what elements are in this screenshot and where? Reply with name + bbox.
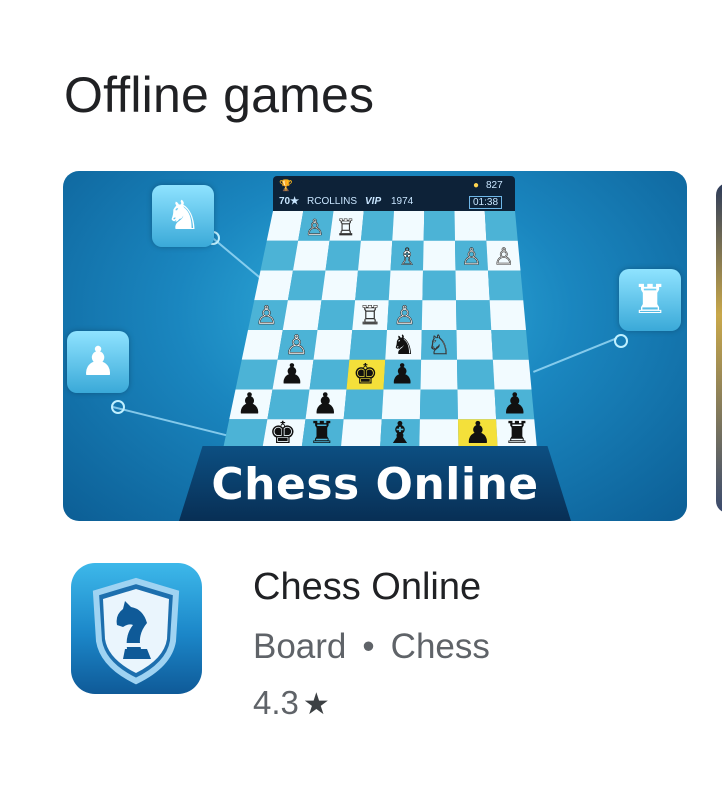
- chess-piece-icon: ♗: [397, 244, 418, 271]
- board-square: [484, 211, 518, 241]
- app-rating: 4.3 ★: [253, 684, 330, 722]
- board-square: [241, 330, 283, 360]
- board-square: [454, 211, 487, 241]
- board-square: [419, 419, 459, 449]
- board-square: [423, 240, 456, 271]
- board-square: [266, 211, 304, 241]
- board-square: [392, 211, 425, 241]
- board-square: [419, 389, 458, 420]
- board-square: [423, 211, 455, 241]
- chess-piece-icon: ♚: [269, 416, 296, 451]
- shield-knight-icon: [92, 577, 180, 685]
- board-square: [455, 270, 490, 301]
- board-square: [317, 300, 356, 330]
- board-square: [321, 270, 358, 301]
- board-square: [325, 240, 361, 271]
- chess-piece-icon: ♚: [353, 358, 378, 391]
- board-square: [422, 270, 456, 301]
- board-square: [343, 389, 384, 420]
- chess-piece-icon: ♙: [393, 301, 416, 331]
- board-square: [457, 359, 495, 390]
- chess-piece-icon: ♙: [255, 301, 278, 331]
- chess-piece-icon: ♟: [236, 386, 262, 420]
- board-square: [421, 300, 457, 330]
- board-square: [489, 300, 526, 330]
- next-banner-card[interactable]: [716, 183, 722, 513]
- chess-piece-icon: ♖: [336, 216, 356, 241]
- board-square: [491, 330, 529, 360]
- board-square: [381, 389, 421, 420]
- board-square: [457, 389, 497, 420]
- app-subcategory: Chess: [390, 627, 490, 666]
- chess-piece-icon: ♙: [493, 244, 514, 271]
- app-category: Board: [253, 627, 347, 666]
- app-name[interactable]: Chess Online: [253, 566, 481, 609]
- board-square: [420, 359, 458, 390]
- board-square: [355, 270, 391, 301]
- board-square: [349, 330, 387, 360]
- board-square: [313, 330, 353, 360]
- chess-piece-icon: ♙: [461, 244, 482, 271]
- board-square: [388, 270, 423, 301]
- board-square: [254, 270, 293, 301]
- star-icon: ★: [302, 688, 330, 721]
- app-banner-card[interactable]: ♞ ♟ ♜ 🏆 70★ RCOLLINS VIP 1974 ● 827 01:3…: [63, 171, 687, 521]
- board-square: [282, 300, 322, 330]
- board-square: [267, 389, 310, 420]
- chess-piece-icon: ♟: [279, 358, 304, 391]
- category-separator: •: [362, 627, 375, 666]
- app-icon[interactable]: [71, 563, 202, 694]
- chess-piece-icon: ♟: [390, 358, 415, 391]
- board-square: [287, 270, 326, 301]
- section-title: Offline games: [64, 67, 375, 123]
- chess-piece-icon: ♘: [427, 330, 451, 361]
- rating-value: 4.3: [253, 684, 299, 721]
- board-square: [456, 330, 493, 360]
- board-square: [358, 240, 393, 271]
- banner-title: Chess Online: [211, 459, 539, 510]
- board-square: [340, 419, 382, 449]
- board-square: [492, 359, 532, 390]
- app-categories: Board • Chess: [253, 627, 490, 667]
- chess-piece-icon: ♞: [391, 330, 415, 361]
- board-square: [456, 300, 492, 330]
- chess-piece-icon: ♟: [464, 416, 491, 451]
- board-square: [260, 240, 299, 271]
- board-square: [223, 419, 268, 449]
- board-square: [235, 359, 278, 390]
- board-square: [488, 270, 524, 301]
- chess-piece-icon: ♖: [359, 301, 382, 331]
- chess-piece-icon: ♜: [503, 416, 530, 451]
- chess-piece-icon: ♝: [386, 416, 413, 451]
- chess-piece-icon: ♙: [284, 330, 308, 361]
- board-square: [293, 240, 330, 271]
- chess-piece-icon: ♜: [308, 416, 335, 451]
- board-square: [309, 359, 350, 390]
- board-square: [360, 211, 394, 241]
- chess-piece-icon: ♙: [305, 216, 325, 241]
